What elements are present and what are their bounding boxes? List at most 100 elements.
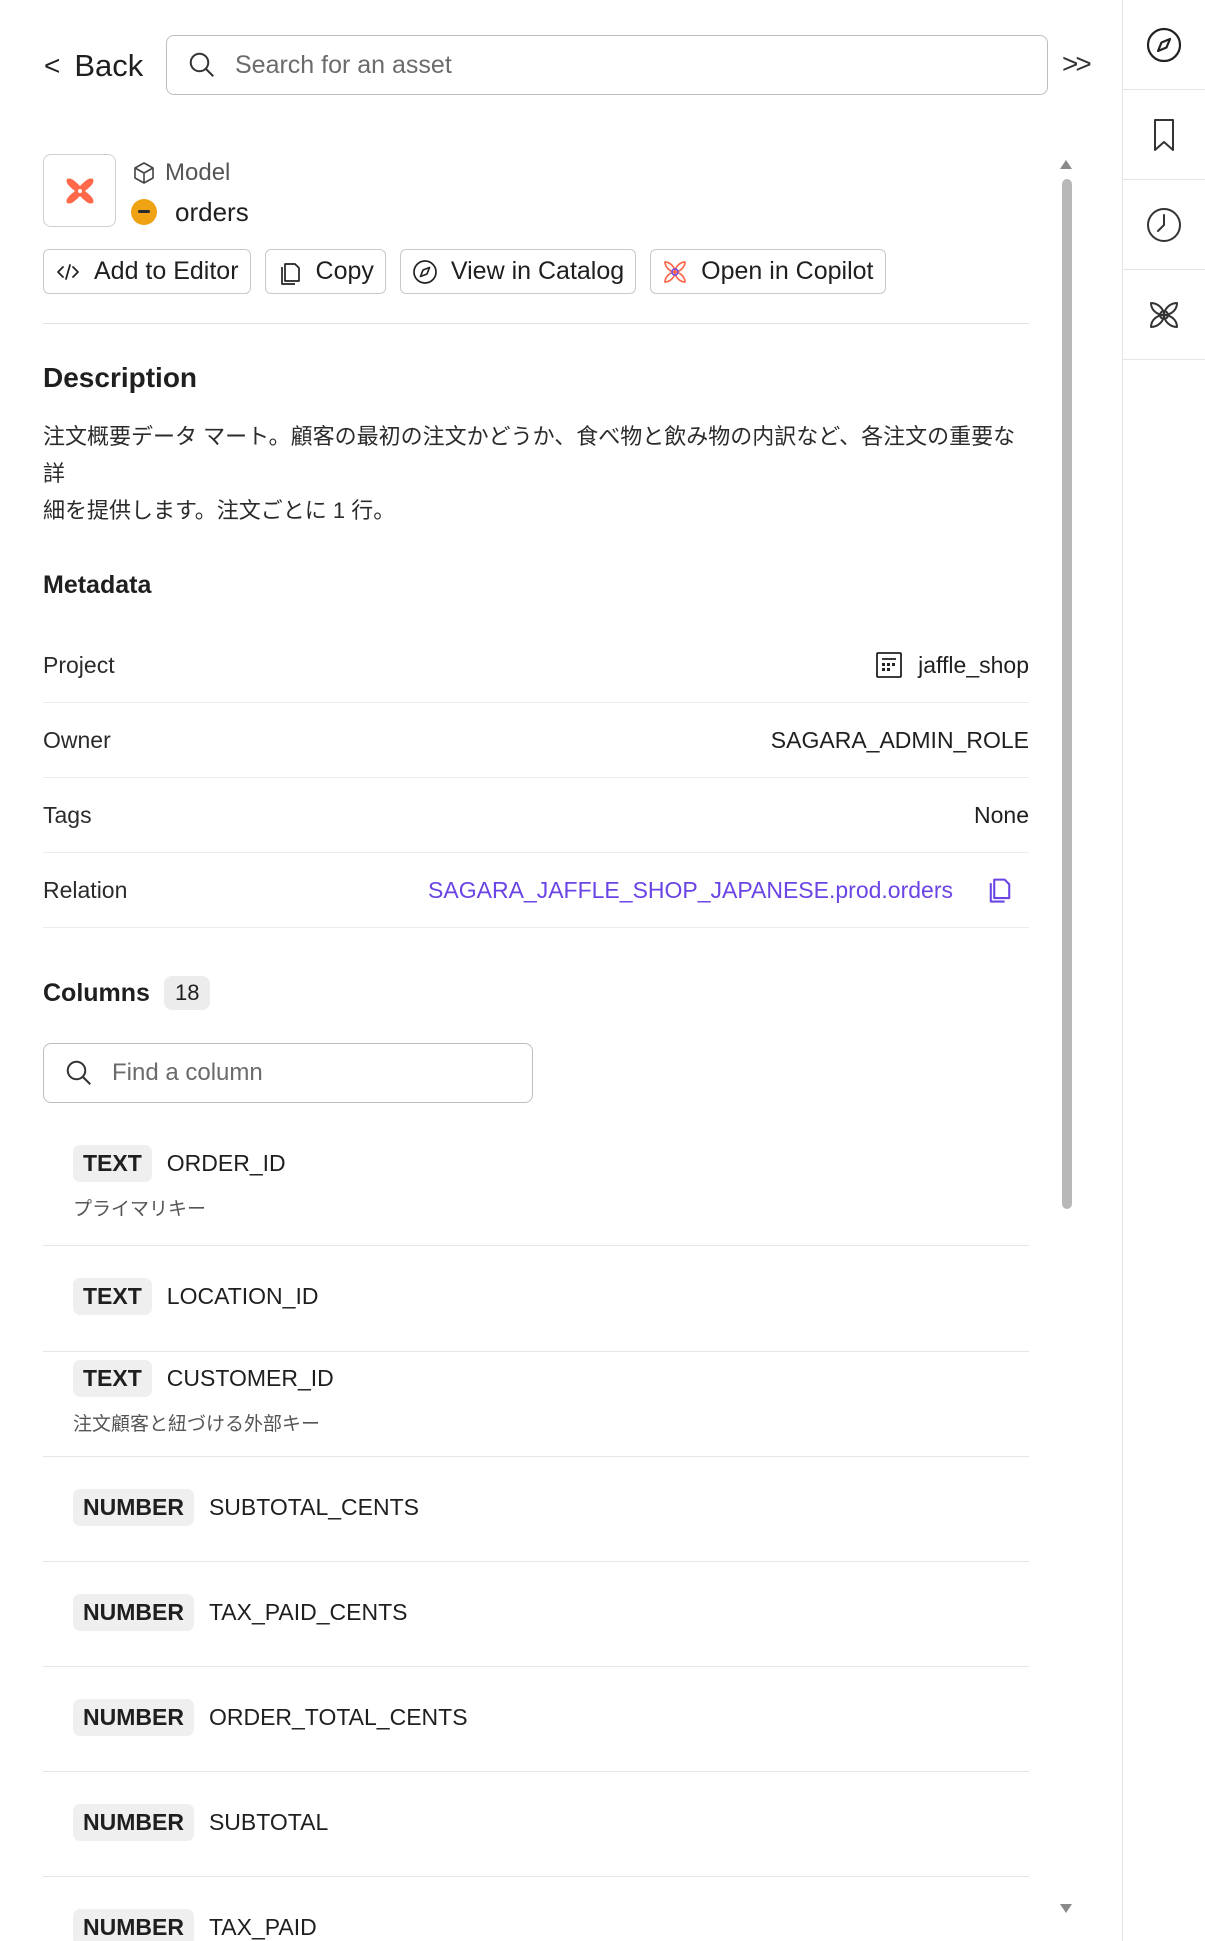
bookmark-icon (1154, 118, 1174, 151)
metadata-label: Tags (43, 801, 92, 828)
column-description: プライマリキー (73, 1199, 207, 1220)
column-name: ORDER_TOTAL_CENTS (208, 1704, 468, 1730)
dbt-logo-icon (66, 177, 93, 204)
column-type-badge: NUMBER (73, 1699, 194, 1736)
asset-search[interactable] (166, 35, 1048, 95)
metadata-table: Project jaffle_shop Owner SAGARA_ADMIN_R… (43, 628, 1029, 928)
columns-list: TEXT ORDER_ID プライマリキー TEXT LOCATION_ID T… (43, 1143, 1029, 1941)
view-in-catalog-button[interactable]: View in Catalog (399, 249, 637, 294)
column-type-badge: TEXT (73, 1278, 152, 1315)
column-name: ORDER_ID (166, 1150, 286, 1176)
column-search-input[interactable] (112, 1059, 512, 1087)
metadata-row-relation: Relation SAGARA_JAFFLE_SHOP_JAPANESE.pro… (43, 853, 1029, 928)
column-item[interactable]: TEXT ORDER_ID プライマリキー (43, 1143, 1029, 1246)
column-item[interactable]: NUMBER TAX_PAID (43, 1877, 1029, 1941)
back-label: Back (74, 48, 144, 83)
view-in-catalog-label: View in Catalog (450, 257, 625, 285)
compass-icon (1146, 27, 1182, 62)
column-type-badge: NUMBER (73, 1909, 194, 1941)
relation-value: SAGARA_JAFFLE_SHOP_JAPANESE.prod.orders (428, 875, 1029, 905)
column-search[interactable] (43, 1043, 533, 1103)
asset-name: orders (175, 196, 249, 227)
asset-name-row: orders (131, 192, 249, 232)
back-button[interactable]: < Back (44, 48, 143, 84)
metadata-row-owner: Owner SAGARA_ADMIN_ROLE (43, 703, 1029, 778)
column-type-badge: NUMBER (73, 1804, 194, 1841)
scroll-thumb[interactable] (1062, 179, 1072, 1209)
column-item[interactable]: NUMBER SUBTOTAL (43, 1772, 1029, 1877)
column-type-badge: NUMBER (73, 1489, 194, 1526)
column-type-badge: TEXT (73, 1145, 152, 1182)
scroll-down-arrow[interactable] (1060, 1904, 1072, 1913)
search-icon (66, 1060, 91, 1085)
column-item[interactable]: TEXT CUSTOMER_ID 注文顧客と紐づける外部キー (43, 1352, 1029, 1457)
project-icon (876, 652, 903, 678)
copy-icon[interactable] (985, 875, 1015, 905)
column-type-badge: TEXT (73, 1360, 152, 1397)
description-text: 注文概要データ マート。顧客の最初の注文かどうか、食べ物と飲み物の内訳など、各注… (43, 418, 1029, 529)
cube-icon (134, 162, 154, 184)
action-bar: Add to Editor Copy View in Catalog Open … (43, 249, 1029, 294)
column-type-badge: NUMBER (73, 1594, 194, 1631)
columns-heading: Columns 18 (43, 976, 1029, 1010)
rail-history-button[interactable] (1123, 180, 1205, 270)
history-icon (1147, 207, 1181, 242)
project-value[interactable]: jaffle_shop (874, 650, 1029, 680)
asset-type-row: Model (131, 156, 249, 190)
copy-button[interactable]: Copy (264, 249, 386, 294)
column-item[interactable]: NUMBER SUBTOTAL_CENTS (43, 1457, 1029, 1562)
open-in-copilot-button[interactable]: Open in Copilot (650, 249, 886, 294)
metadata-row-project: Project jaffle_shop (43, 628, 1029, 703)
column-item[interactable]: NUMBER ORDER_TOTAL_CENTS (43, 1667, 1029, 1772)
rail-copilot-button[interactable] (1123, 270, 1205, 360)
content-scrollbar[interactable] (1058, 155, 1078, 1925)
right-rail (1122, 0, 1205, 1941)
add-to-editor-label: Add to Editor (94, 257, 239, 285)
asset-search-input[interactable] (235, 50, 1015, 80)
asset-type-label: Model (165, 159, 231, 186)
column-item[interactable]: TEXT LOCATION_ID (43, 1246, 1029, 1352)
rail-bookmarks-button[interactable] (1123, 90, 1205, 180)
header-divider (43, 323, 1029, 324)
copy-label: Copy (315, 257, 374, 285)
status-warning-icon (131, 199, 157, 225)
column-name: TAX_PAID (208, 1914, 317, 1940)
columns-title: Columns (43, 978, 150, 1007)
column-name: TAX_PAID_CENTS (208, 1599, 408, 1625)
column-name: SUBTOTAL (208, 1809, 329, 1835)
copilot-icon (1150, 301, 1178, 328)
column-name: SUBTOTAL_CENTS (208, 1494, 419, 1520)
columns-count-badge: 18 (163, 976, 211, 1010)
description-line-1: 注文概要データ マート。顧客の最初の注文かどうか、食べ物と飲み物の内訳など、各注… (43, 424, 1016, 486)
scroll-up-arrow[interactable] (1060, 160, 1072, 169)
metadata-row-tags: Tags None (43, 778, 1029, 853)
metadata-label: Relation (43, 876, 128, 903)
tags-value: None (974, 801, 1029, 828)
metadata-label: Project (43, 651, 115, 678)
asset-detail-panel: Model orders Add to Editor Copy View in … (43, 154, 1029, 1941)
asset-header: Model orders (43, 154, 1029, 230)
copilot-icon (664, 260, 687, 283)
copy-icon (280, 262, 300, 285)
metadata-label: Owner (43, 726, 111, 753)
column-name: LOCATION_ID (166, 1283, 319, 1309)
column-name: CUSTOMER_ID (166, 1365, 334, 1391)
code-icon (57, 263, 79, 280)
description-heading: Description (43, 362, 198, 393)
column-item[interactable]: NUMBER TAX_PAID_CENTS (43, 1562, 1029, 1667)
dbt-logo (43, 154, 116, 227)
project-name: jaffle_shop (918, 651, 1029, 678)
expand-panel-button[interactable]: >> (1062, 48, 1092, 80)
rail-catalog-button[interactable] (1123, 0, 1205, 90)
search-icon (189, 52, 214, 77)
description-line-2: 細を提供します。注文ごとに 1 行。 (43, 498, 396, 523)
relation-link[interactable]: SAGARA_JAFFLE_SHOP_JAPANESE.prod.orders (428, 877, 953, 904)
add-to-editor-button[interactable]: Add to Editor (43, 249, 251, 294)
compass-icon (413, 259, 437, 284)
column-description: 注文顧客と紐づける外部キー (73, 1414, 321, 1435)
chevron-left-icon: < (44, 50, 61, 81)
metadata-heading: Metadata (43, 571, 152, 599)
top-bar: < Back >> (0, 0, 1122, 120)
owner-value: SAGARA_ADMIN_ROLE (770, 726, 1029, 753)
open-in-copilot-label: Open in Copilot (701, 257, 874, 285)
